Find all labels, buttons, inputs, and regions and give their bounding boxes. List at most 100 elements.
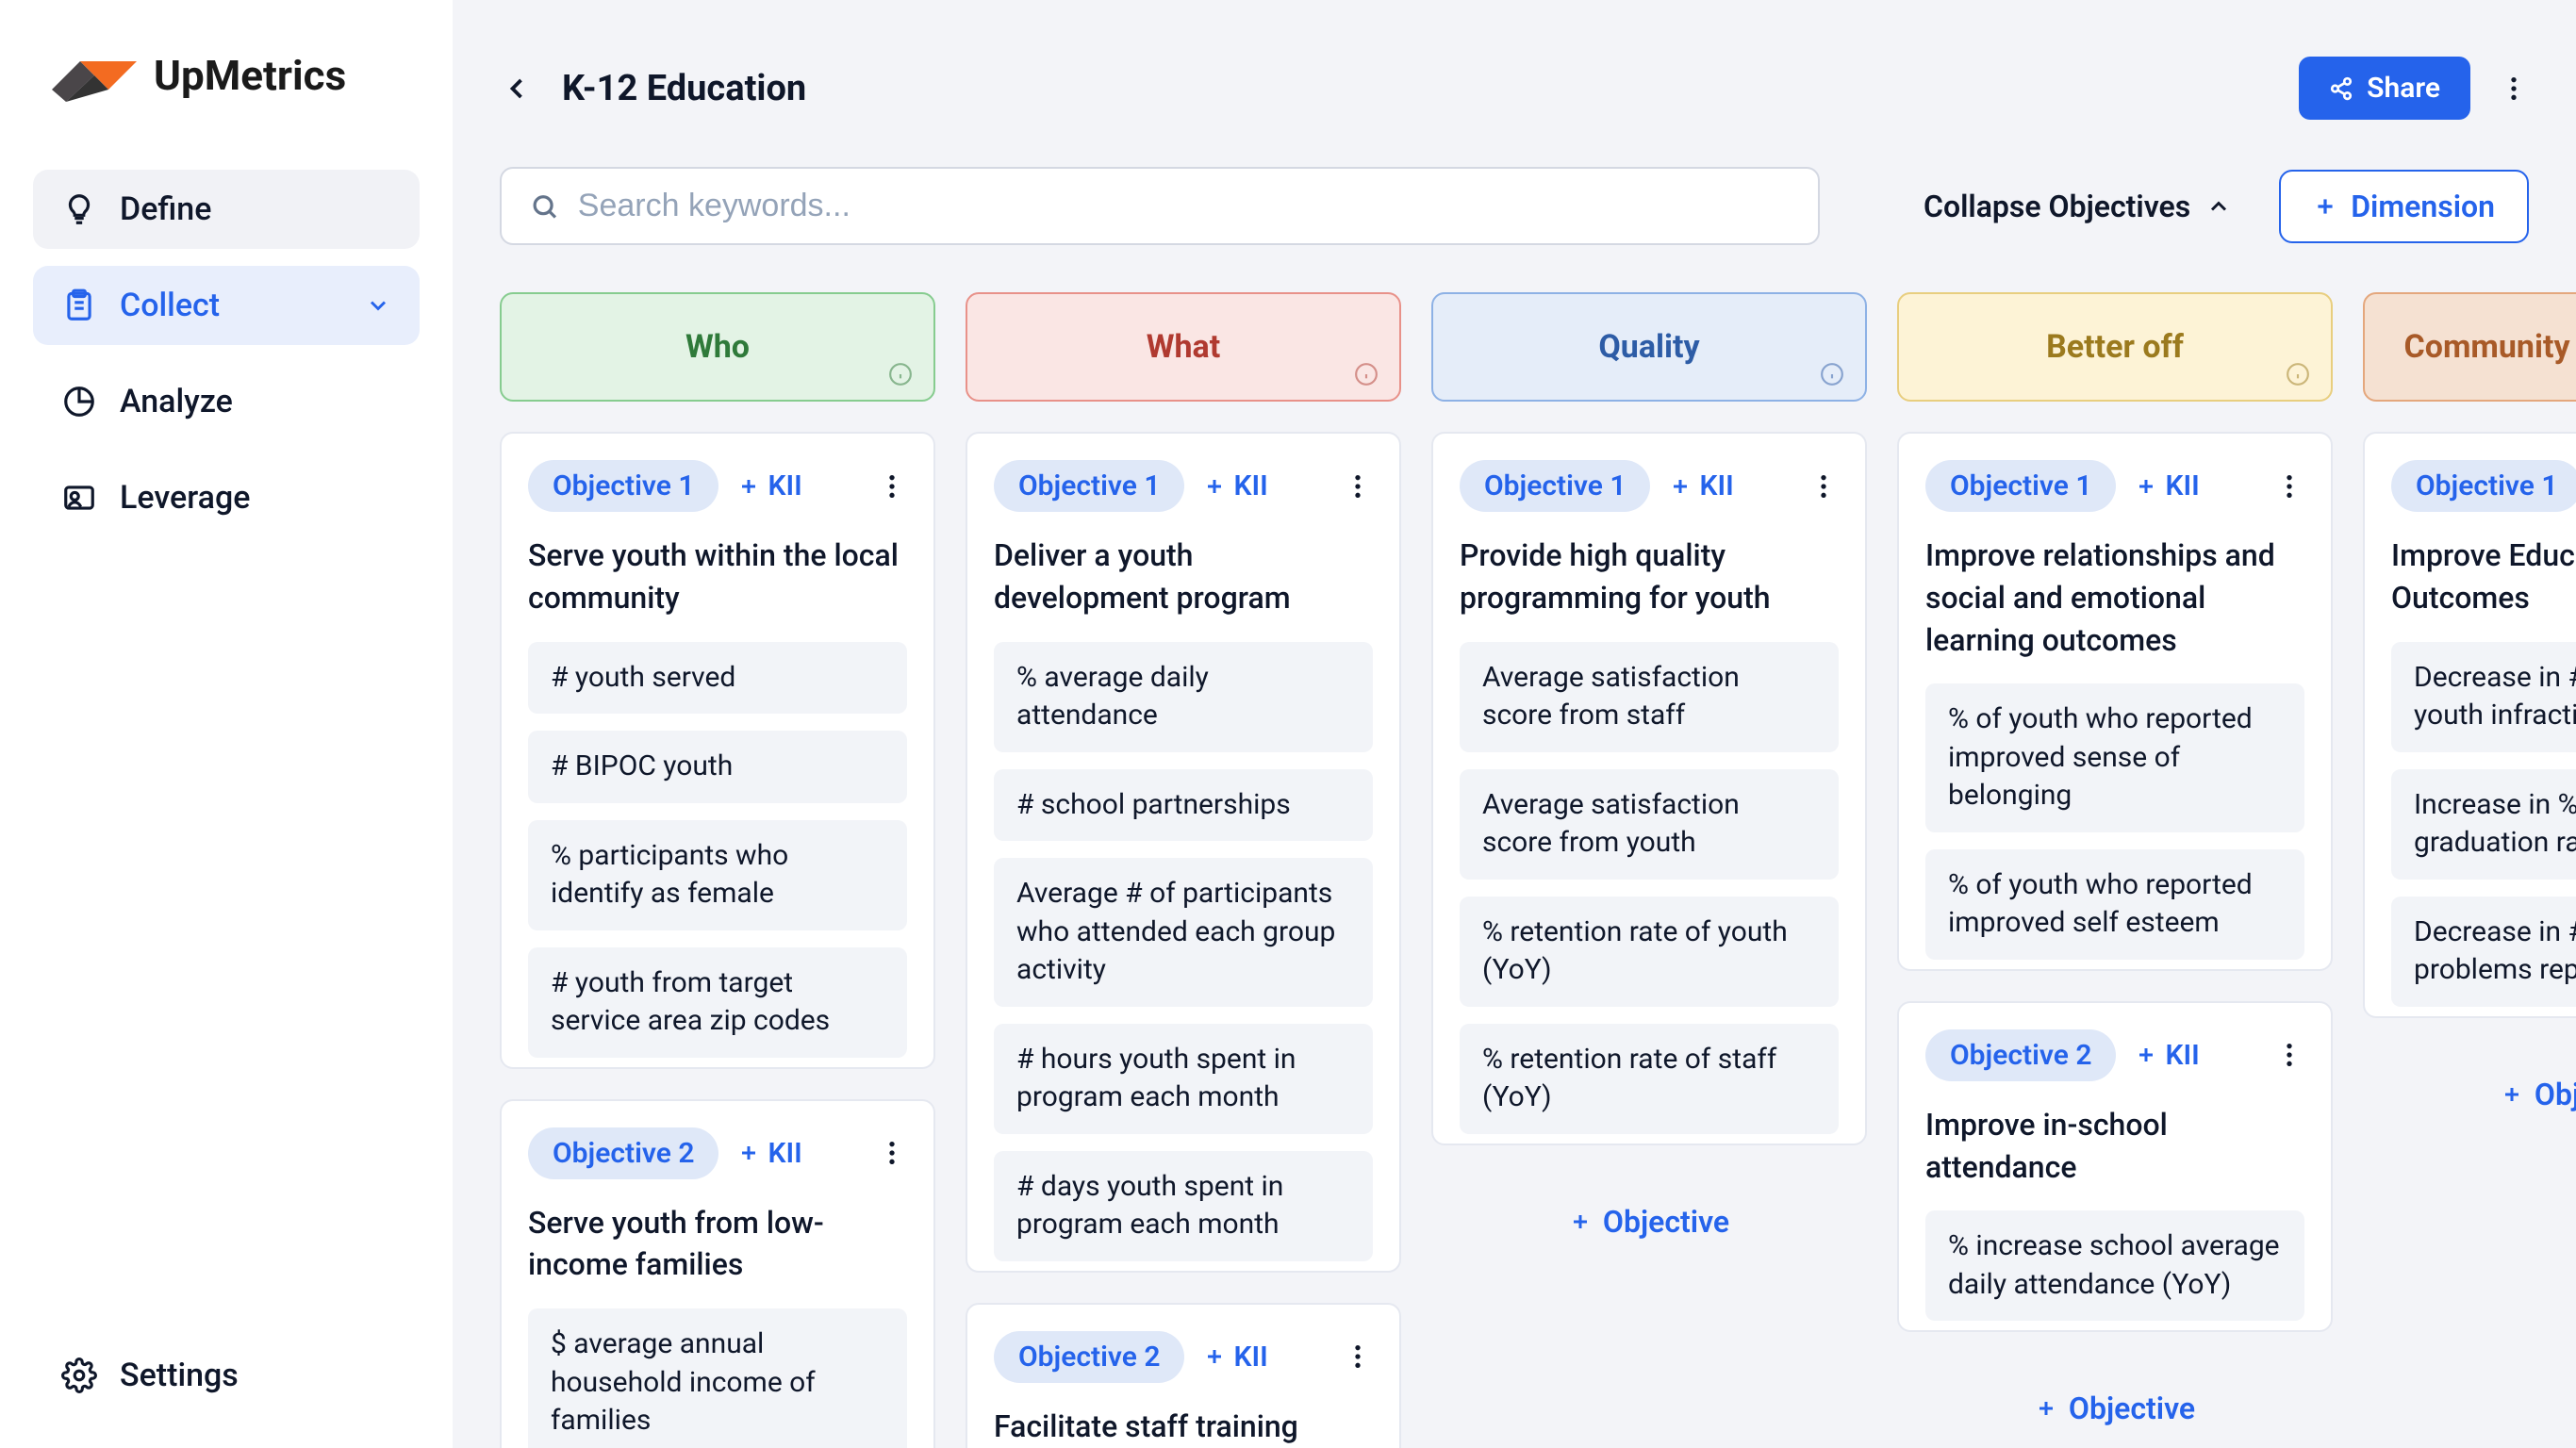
plus-icon	[1203, 1345, 1226, 1368]
person-card-icon	[61, 480, 97, 516]
metric-item[interactable]: Average satisfaction score from youth	[1460, 769, 1839, 880]
metric-item[interactable]: % increase school average daily attendan…	[1925, 1210, 2304, 1321]
objective-chip[interactable]: Objective 1	[2391, 460, 2576, 512]
add-objective-label: Objective	[1603, 1204, 1729, 1240]
nav-label: Leverage	[120, 479, 250, 517]
objective-chip[interactable]: Objective 1	[528, 460, 718, 512]
objective-card[interactable]: Objective 1KIIImprove relationships and …	[1897, 432, 2333, 971]
metric-item[interactable]: % of youth who reported improved self es…	[1925, 849, 2304, 960]
objective-card[interactable]: Objective 1KIIImprove Educational Outcom…	[2363, 432, 2576, 1018]
info-icon[interactable]	[1354, 362, 1379, 387]
add-dimension-button[interactable]: Dimension	[2279, 170, 2529, 243]
column-header[interactable]: What	[966, 292, 1401, 402]
more-icon[interactable]	[1808, 471, 1839, 502]
objective-chip[interactable]: Objective 2	[528, 1127, 718, 1179]
objective-chip[interactable]: Objective 1	[994, 460, 1184, 512]
column-title: Community Contribution	[2404, 328, 2576, 366]
column-title: Quality	[1598, 328, 1699, 366]
metric-item[interactable]: # school partnerships	[994, 769, 1373, 842]
collapse-label: Collapse Objectives	[1924, 189, 2190, 224]
metric-item[interactable]: Average # of participants who attended e…	[994, 858, 1373, 1007]
metric-item[interactable]: % average daily attendance	[994, 642, 1373, 752]
nav-collect[interactable]: Collect	[33, 266, 420, 345]
board: WhoObjective 1KIIServe youth within the …	[500, 292, 2576, 1448]
more-icon[interactable]	[1343, 1341, 1373, 1372]
objective-title: Deliver a youth development program	[994, 535, 1373, 619]
metric-item[interactable]: Average satisfaction score from staff	[1460, 642, 1839, 752]
metric-item[interactable]: # youth served	[528, 642, 907, 715]
more-icon[interactable]	[877, 471, 907, 502]
nav-settings[interactable]: Settings	[33, 1336, 420, 1415]
add-kii-button[interactable]: KII	[2135, 1039, 2199, 1072]
search-input[interactable]	[578, 188, 1790, 224]
metric-item[interactable]: Decrease in # delinquent youth infractio…	[2391, 642, 2576, 752]
add-kii-button[interactable]: KII	[2135, 469, 2199, 502]
add-kii-button[interactable]: KII	[1669, 469, 1733, 502]
plus-icon	[1569, 1210, 1592, 1233]
add-objective-button[interactable]: Objective	[1431, 1176, 1867, 1268]
objective-chip[interactable]: Objective 2	[994, 1331, 1184, 1383]
nav-define[interactable]: Define	[33, 170, 420, 249]
share-button[interactable]: Share	[2299, 57, 2470, 120]
objective-chip[interactable]: Objective 1	[1460, 460, 1650, 512]
more-icon[interactable]	[877, 1138, 907, 1168]
add-kii-button[interactable]: KII	[1203, 1341, 1267, 1374]
metric-item[interactable]: # BIPOC youth	[528, 731, 907, 803]
collapse-objectives-toggle[interactable]: Collapse Objectives	[1924, 189, 2232, 224]
card-header: Objective 2 KII	[994, 1331, 1373, 1383]
add-objective-button[interactable]: Objective	[1897, 1362, 2333, 1448]
objective-title: Facilitate staff training	[994, 1406, 1373, 1448]
more-icon[interactable]	[1343, 471, 1373, 502]
column-who: WhoObjective 1KIIServe youth within the …	[500, 292, 935, 1448]
metric-item[interactable]: # youth from target service area zip cod…	[528, 947, 907, 1058]
metric-item[interactable]: Increase in % high school graduation rat…	[2391, 769, 2576, 880]
column-header[interactable]: Community Contribution	[2363, 292, 2576, 402]
chevron-left-icon[interactable]	[500, 72, 534, 106]
info-icon[interactable]	[2286, 362, 2310, 387]
share-label: Share	[2367, 72, 2440, 105]
add-kii-button[interactable]: KII	[1203, 469, 1267, 502]
nav-analyze[interactable]: Analyze	[33, 362, 420, 441]
objective-card[interactable]: Objective 2 KII Facilitate staff training	[966, 1303, 1401, 1448]
card-header: Objective 2 KII	[1925, 1029, 2304, 1081]
more-icon[interactable]	[2499, 74, 2529, 104]
nav-leverage[interactable]: Leverage	[33, 458, 420, 537]
metric-item[interactable]: # hours youth spent in program each mont…	[994, 1024, 1373, 1134]
search-icon	[530, 191, 559, 222]
kii-label: KII	[2165, 1039, 2199, 1072]
objective-card[interactable]: Objective 1KIIServe youth within the loc…	[500, 432, 935, 1069]
objective-card[interactable]: Objective 2KIIImprove in-school attendan…	[1897, 1001, 2333, 1333]
metric-item[interactable]: # days youth spent in program each month	[994, 1151, 1373, 1261]
objective-title: Improve Educational Outcomes	[2391, 535, 2576, 619]
primary-nav: Define Collect Analyze L	[33, 170, 420, 1415]
column-cards: Objective 1KIIImprove relationships and …	[1897, 432, 2333, 1448]
add-kii-button[interactable]: KII	[737, 469, 801, 502]
objective-chip[interactable]: Objective 1	[1925, 460, 2116, 512]
metrics-list: $ average annual household income of fam…	[528, 1308, 907, 1448]
objective-chip[interactable]: Objective 2	[1925, 1029, 2116, 1081]
metric-item[interactable]: $ average annual household income of fam…	[528, 1308, 907, 1448]
search-box[interactable]	[500, 167, 1820, 245]
objective-title: Provide high quality programming for you…	[1460, 535, 1839, 619]
column-header[interactable]: Quality	[1431, 292, 1867, 402]
add-kii-button[interactable]: KII	[737, 1137, 801, 1170]
more-icon[interactable]	[2274, 471, 2304, 502]
plus-icon	[2313, 194, 2337, 219]
column-header[interactable]: Who	[500, 292, 935, 402]
brand-name: UpMetrics	[154, 51, 346, 100]
metric-item[interactable]: Decrease in # discipline problems report…	[2391, 897, 2576, 1007]
metric-item[interactable]: % retention rate of youth (YoY)	[1460, 897, 1839, 1007]
metric-item[interactable]: % of youth who reported improved sense o…	[1925, 683, 2304, 832]
add-objective-button[interactable]: Objective	[2363, 1048, 2576, 1141]
column-header[interactable]: Better off	[1897, 292, 2333, 402]
metrics-list: # youth served # BIPOC youth % participant…	[528, 642, 907, 1058]
info-icon[interactable]	[888, 362, 913, 387]
metric-item[interactable]: % retention rate of staff (YoY)	[1460, 1024, 1839, 1134]
objective-card[interactable]: Objective 2KIIServe youth from low-incom…	[500, 1099, 935, 1448]
more-icon[interactable]	[2274, 1040, 2304, 1070]
metric-item[interactable]: % participants who identify as female	[528, 820, 907, 930]
chevron-up-icon	[2205, 193, 2232, 220]
info-icon[interactable]	[1820, 362, 1844, 387]
objective-card[interactable]: Objective 1 KII Provide high quality progr…	[1431, 432, 1867, 1145]
objective-card[interactable]: Objective 1 KII Deliver a youth developmen…	[966, 432, 1401, 1273]
